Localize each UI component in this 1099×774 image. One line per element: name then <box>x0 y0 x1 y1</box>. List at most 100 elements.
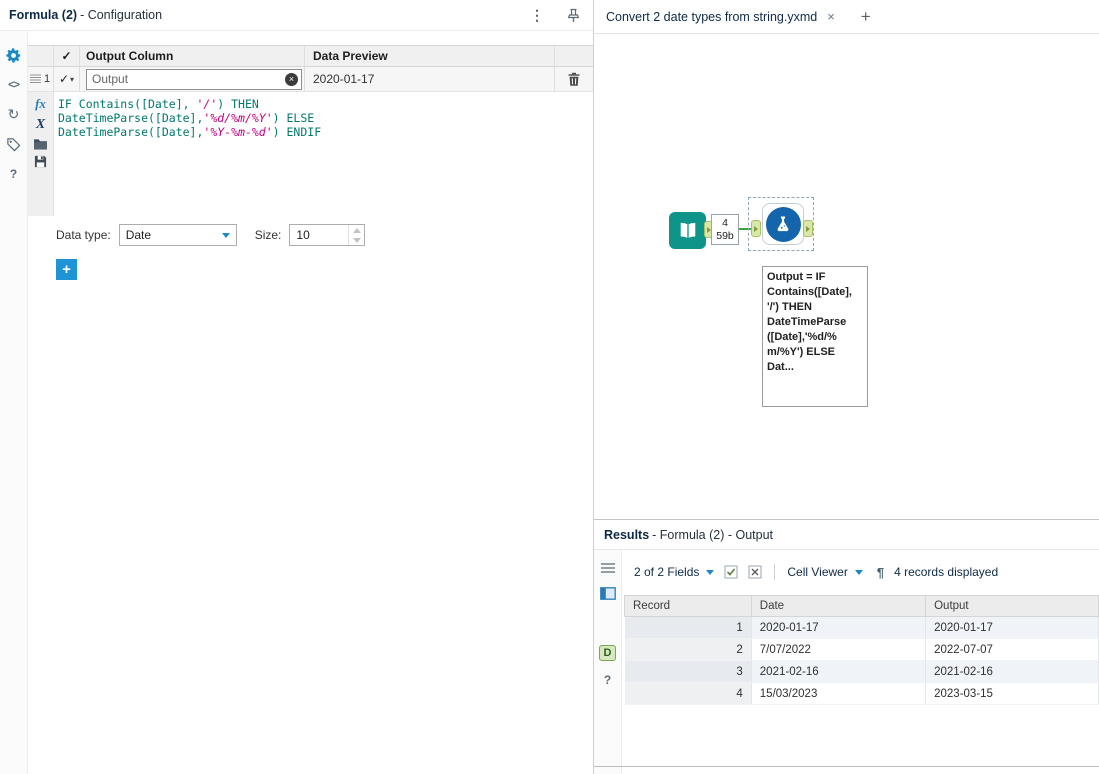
results-toolbar: 2 of 2 Fields Cell Viewer ¶ 4 records di… <box>624 550 1099 594</box>
drag-handle-icon[interactable] <box>30 74 41 84</box>
variables-icon[interactable]: X <box>36 117 45 133</box>
data-cell[interactable]: 15/03/2023 <box>751 682 927 705</box>
chevron-down-icon <box>221 232 230 238</box>
table-row[interactable]: 3 2021-02-16 2021-02-16 <box>624 660 1099 683</box>
results-view-strip: D ? <box>594 550 622 774</box>
save-expression-icon[interactable] <box>34 155 47 168</box>
workflow-tab-bar: Convert 2 date types from string.yxmd × … <box>594 0 1099 34</box>
data-cell[interactable]: 7/07/2022 <box>751 638 927 661</box>
whitespace-toggle-icon[interactable]: ¶ <box>877 565 884 580</box>
expression-row: 1 ✓ ▾ Output × 2020-01-17 <box>28 67 593 92</box>
results-table: Record Date Output 1 2020-01-17 2020-01-17… <box>624 595 1099 705</box>
clear-field-icon[interactable]: × <box>285 72 298 86</box>
cell-viewer-dropdown[interactable]: Cell Viewer <box>787 565 863 579</box>
formula-tool-badge <box>765 206 801 242</box>
fields-dropdown[interactable]: 2 of 2 Fields <box>634 565 715 579</box>
results-subtitle: - Formula (2) - Output <box>652 527 774 542</box>
configuration-panel: Formula (2) - Configuration ⋮ <> ↻ ? ✓ O… <box>0 0 594 774</box>
settings-icon[interactable] <box>5 47 22 64</box>
tag-icon[interactable] <box>6 137 21 152</box>
data-type-value: Date <box>125 228 152 242</box>
data-preview-value: 2020-01-17 <box>305 67 555 91</box>
size-increment-icon[interactable] <box>349 225 364 235</box>
add-expression-button[interactable]: + <box>56 259 77 280</box>
data-cell[interactable]: 2021-02-16 <box>925 660 1099 683</box>
alteryx-designer-window: Formula (2) - Configuration ⋮ <> ↻ ? ✓ O… <box>0 0 1099 774</box>
table-row[interactable]: 1 2020-01-17 2020-01-17 <box>624 616 1099 639</box>
connection-record-count: 4 <box>722 216 728 229</box>
annotation-line: m/%Y') ELSE <box>767 346 836 358</box>
formula-input-anchor[interactable] <box>751 220 761 237</box>
actions-column-header <box>555 46 593 66</box>
refresh-icon[interactable]: ↻ <box>8 107 20 121</box>
data-cell[interactable]: 2020-01-17 <box>751 616 927 639</box>
results-panel: Results - Formula (2) - Output D ? 2 of … <box>594 519 1099 774</box>
size-decrement-icon[interactable] <box>349 235 364 245</box>
formula-code-line: DateTimeParse([Date],'%Y-%m-%d') ENDIF <box>58 125 322 139</box>
output-anchor-d-button[interactable]: D <box>599 645 616 661</box>
tab-workflow[interactable]: Convert 2 date types from string.yxmd × <box>594 0 847 33</box>
column-header-date[interactable]: Date <box>750 595 927 617</box>
size-stepper[interactable]: 10 <box>289 224 366 246</box>
pin-icon[interactable] <box>568 8 579 23</box>
output-column-input[interactable]: Output × <box>86 68 302 90</box>
cell-viewer-label: Cell Viewer <box>787 565 848 579</box>
select-all-fields-icon[interactable] <box>724 565 738 579</box>
table-row[interactable]: 4 15/03/2023 2023-03-15 <box>624 682 1099 705</box>
data-cell[interactable]: 2021-02-16 <box>751 660 927 683</box>
input-data-tool[interactable] <box>669 212 706 249</box>
record-cell[interactable]: 1 <box>624 616 752 639</box>
formula-tool[interactable] <box>762 203 804 245</box>
deselect-all-fields-icon[interactable] <box>748 565 762 579</box>
workflow-area: Convert 2 date types from string.yxmd × … <box>594 0 1099 774</box>
record-cell[interactable]: 4 <box>624 682 752 705</box>
formula-output-anchor[interactable] <box>803 220 813 237</box>
configuration-header: Formula (2) - Configuration ⋮ <box>0 0 593 31</box>
column-header-output[interactable]: Output <box>925 595 1099 617</box>
data-type-select[interactable]: Date <box>118 224 237 246</box>
data-type-row: Data type: Date Size: 10 <box>28 218 593 252</box>
table-row[interactable]: 2 7/07/2022 2022-07-07 <box>624 638 1099 661</box>
panel-menu-icon[interactable]: ⋮ <box>530 8 544 22</box>
formula-configuration: ✓ Output Column Data Preview 1 ✓ ▾ Outpu… <box>28 31 593 774</box>
new-tab-button[interactable]: + <box>847 7 885 27</box>
close-tab-icon[interactable]: × <box>827 9 835 24</box>
tool-annotation[interactable]: Output = IF Contains([Date], '/') THEN Date… <box>762 266 868 407</box>
annotation-line: Dat... <box>767 361 794 373</box>
output-column-header: Output Column <box>80 46 305 66</box>
size-label: Size: <box>254 228 282 242</box>
results-title: Results <box>604 527 650 542</box>
record-cell[interactable]: 3 <box>624 660 752 683</box>
data-cell[interactable]: 2020-01-17 <box>925 616 1099 639</box>
row-check-dropdown[interactable]: ✓ ▾ <box>54 67 80 91</box>
chevron-down-icon <box>854 569 863 575</box>
row-check-mark: ✓ <box>58 72 70 86</box>
workflow-canvas[interactable]: 4 59b Output = IF Contains([Date], '/') TH… <box>594 34 1099 519</box>
annotation-line: DateTimeParse <box>767 316 847 328</box>
data-cell[interactable]: 2022-07-07 <box>925 638 1099 661</box>
formula-toolbar: fx X <box>28 92 54 216</box>
config-view-strip: <> ↻ ? <box>0 31 28 774</box>
formula-expression-editor[interactable]: IF Contains([Date], '/') THEN DateTimePar… <box>54 92 593 216</box>
flask-icon <box>777 216 789 232</box>
column-header-record[interactable]: Record <box>624 595 752 617</box>
records-displayed-text: 4 records displayed <box>894 565 999 579</box>
profile-list-icon[interactable] <box>600 562 615 574</box>
expression-table-header: ✓ Output Column Data Preview <box>28 45 593 67</box>
annotation-line: Output = IF <box>767 271 826 283</box>
row-number: 1 <box>44 73 51 85</box>
results-help-icon[interactable]: ? <box>604 674 611 686</box>
functions-icon[interactable]: fx <box>35 96 46 112</box>
metadata-view-icon[interactable] <box>599 587 616 600</box>
help-icon[interactable]: ? <box>10 168 17 180</box>
delete-expression-icon[interactable] <box>568 72 580 86</box>
data-cell[interactable]: 2023-03-15 <box>925 682 1099 705</box>
fields-dropdown-label: 2 of 2 Fields <box>634 565 700 579</box>
chevron-down-icon <box>706 569 715 575</box>
record-cell[interactable]: 2 <box>624 638 752 661</box>
connection-size: 59b <box>716 229 734 242</box>
formula-code-line: DateTimeParse([Date],'%d/%m/%Y') ELSE <box>58 111 315 125</box>
saved-expressions-folder-icon[interactable] <box>33 138 48 150</box>
code-view-icon[interactable]: <> <box>8 80 20 91</box>
connection-progress-badge[interactable]: 4 59b <box>711 214 739 245</box>
